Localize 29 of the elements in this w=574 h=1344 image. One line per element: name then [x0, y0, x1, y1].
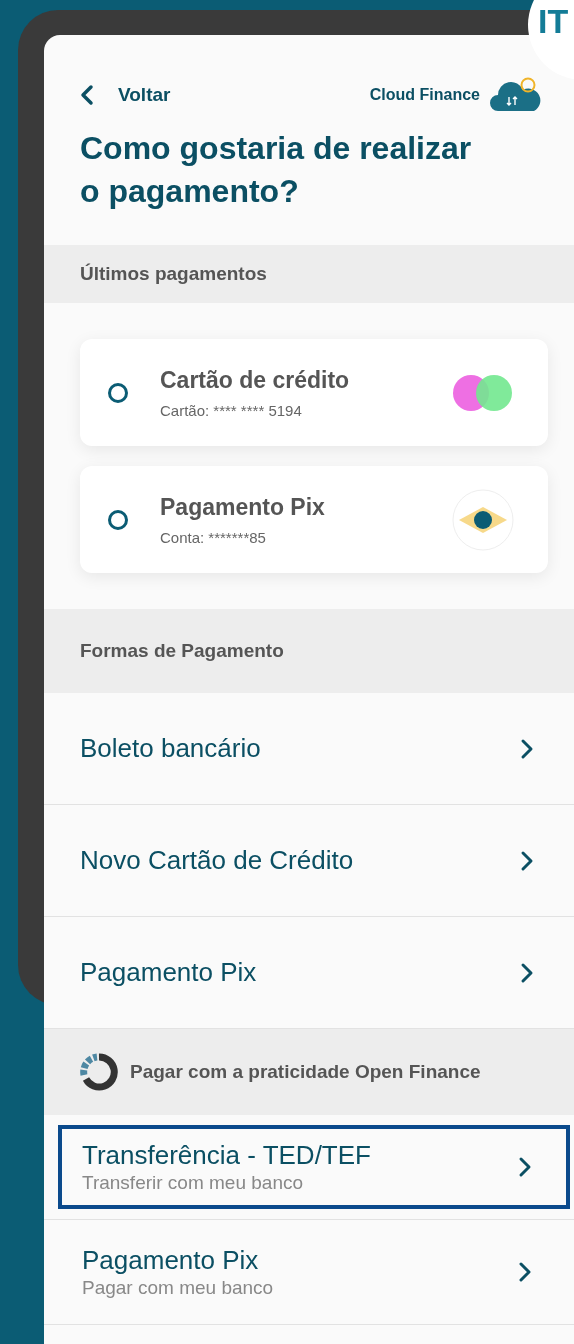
chevron-right-icon — [518, 1261, 532, 1283]
option-title: Pagamento Pix — [82, 1244, 260, 1276]
open-finance-option[interactable]: Pagamento Pix Pagar com meu banco — [58, 1230, 570, 1314]
option-subtitle: Transferir com meu banco — [82, 1171, 305, 1195]
radio-button[interactable] — [108, 382, 128, 403]
back-button[interactable]: Voltar — [80, 80, 171, 110]
payment-card[interactable]: Pagamento Pix Conta: *******85 — [80, 466, 548, 573]
chevron-right-icon — [520, 961, 534, 984]
chevron-right-icon — [520, 849, 534, 872]
option-subtitle: Pagar com meu banco — [82, 1276, 274, 1300]
back-icon — [80, 84, 94, 106]
section-header: Pagar com a praticidade Open Finance — [44, 1029, 574, 1115]
open-finance-logo-icon — [80, 1053, 118, 1091]
payment-card[interactable]: Cartão de crédito Cartão: **** **** 5194 — [80, 339, 548, 446]
open-finance-option[interactable]: Transferência - TED/TEF Transferir com meu banco — [58, 1125, 570, 1209]
radio-button[interactable] — [108, 509, 128, 530]
overlapping-circles-icon — [452, 373, 514, 412]
option-title: Transferência - TED/TEF — [82, 1139, 371, 1171]
section-header: Formas de Pagamento — [44, 609, 574, 693]
card-subtitle: Cartão: **** **** 5194 — [160, 400, 303, 421]
section-header: Últimos pagamentos — [44, 245, 574, 303]
card-title: Cartão de crédito — [160, 366, 351, 395]
card-title: Pagamento Pix — [160, 493, 326, 522]
chevron-right-icon — [518, 1156, 532, 1178]
card-subtitle: Conta: *******85 — [160, 527, 267, 548]
cloud-coin-icon — [490, 77, 542, 113]
brand-name: Cloud Finance — [369, 85, 480, 105]
page-title: Como gostaria de realizar o pagamento? — [79, 129, 473, 211]
chevron-right-icon — [520, 737, 534, 760]
